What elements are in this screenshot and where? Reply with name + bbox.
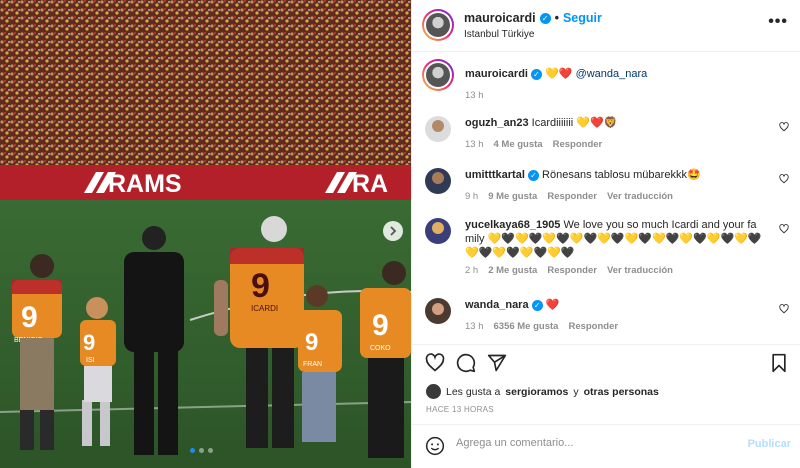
post-date[interactable]: HACE 13 HORAS: [426, 405, 494, 414]
like-comment-heart-icon[interactable]: [779, 304, 789, 314]
svg-text:9: 9: [305, 329, 318, 356]
svg-text:FRAN: FRAN: [303, 361, 322, 368]
commenter-avatar[interactable]: [425, 298, 451, 324]
save-bookmark-icon[interactable]: [770, 353, 788, 373]
comment-username[interactable]: umitttkartal: [465, 169, 525, 181]
carousel-dot[interactable]: [208, 448, 213, 453]
likes-summary: Les gusta a sergioramos y otras personas: [426, 384, 659, 399]
see-translation-button[interactable]: Ver traducción: [607, 264, 673, 278]
liker-avatar[interactable]: [426, 384, 441, 399]
post-actions-bar: [412, 344, 800, 380]
verified-badge-icon: ✓: [539, 12, 551, 24]
reply-button[interactable]: Responder: [547, 264, 597, 278]
comment-input[interactable]: [456, 437, 716, 449]
see-translation-button[interactable]: Ver traducción: [607, 190, 673, 204]
caption-avatar[interactable]: [422, 59, 454, 91]
comment-likes[interactable]: 9 Me gusta: [488, 190, 537, 204]
stadium-scene: RAMS RA 9 BENICIO 9: [0, 0, 411, 468]
verified-badge-icon: ✓: [527, 170, 539, 181]
like-comment-heart-icon[interactable]: [779, 224, 789, 234]
svg-text:9: 9: [83, 330, 95, 355]
caption: mauroicardi ✓ 💛❤️ @wanda_nara 13 h: [422, 59, 791, 103]
svg-text:COKO: COKO: [370, 345, 391, 352]
comment-likes[interactable]: 2 Me gusta: [488, 264, 537, 278]
carousel-dot[interactable]: [199, 448, 204, 453]
author-avatar[interactable]: [422, 9, 454, 41]
more-options-icon[interactable]: •••: [768, 13, 788, 31]
comment-text: Icardiiiiiii 💛❤️🦁: [531, 117, 618, 129]
comment-time[interactable]: 13 h: [465, 320, 484, 334]
comment-likes[interactable]: 4 Me gusta: [494, 138, 543, 152]
comment-item: oguzh_an23 Icardiiiiiii 💛❤️🦁 13 h 4 Me g…: [425, 116, 791, 152]
comment-username[interactable]: oguzh_an23: [465, 117, 529, 129]
likes-prefix: Les gusta a: [446, 385, 501, 398]
like-comment-heart-icon[interactable]: [779, 174, 789, 184]
post-side-panel: mauroicardi ✓ • Seguir Istanbul Türkiye …: [411, 0, 800, 468]
comment-item: umitttkartal ✓ Rönesans tablosu mübarekk…: [425, 168, 791, 204]
verified-badge-icon: ✓: [531, 300, 543, 311]
svg-text:ISI: ISI: [86, 357, 95, 364]
reply-button[interactable]: Responder: [568, 320, 618, 334]
svg-text:9: 9: [372, 309, 389, 342]
comment-icon[interactable]: [456, 353, 476, 373]
comment-likes[interactable]: 6356 Me gusta: [494, 320, 559, 334]
like-comment-heart-icon[interactable]: [779, 122, 789, 132]
banner-text-2: RA: [352, 170, 388, 198]
publish-button[interactable]: Publicar: [748, 438, 791, 450]
post-photo[interactable]: RAMS RA 9 BENICIO 9: [0, 0, 411, 468]
commenter-avatar[interactable]: [425, 168, 451, 194]
reply-button[interactable]: Responder: [547, 190, 597, 204]
commenter-avatar[interactable]: [425, 116, 451, 142]
comment-time[interactable]: 13 h: [465, 138, 484, 152]
verified-badge-icon: ✓: [531, 69, 543, 80]
likes-middle: y: [573, 385, 579, 398]
comment-composer: Publicar: [412, 424, 800, 468]
author-username[interactable]: mauroicardi: [464, 11, 536, 25]
comment-text: ❤️: [545, 299, 560, 311]
comment-item: wanda_nara ✓ ❤️ 13 h 6356 Me gusta Respo…: [425, 298, 791, 334]
comment-time[interactable]: 2 h: [465, 264, 478, 278]
carousel-dot[interactable]: [190, 448, 195, 453]
instagram-post: RAMS RA 9 BENICIO 9: [0, 0, 800, 468]
comment-text: Rönesans tablosu mübarekkk🤩: [542, 169, 701, 181]
share-icon[interactable]: [487, 353, 507, 373]
chevron-right-icon: [390, 226, 397, 236]
other-likers-link[interactable]: otras personas: [584, 386, 659, 398]
comment-username[interactable]: wanda_nara: [465, 299, 529, 311]
caption-time[interactable]: 13 h: [465, 89, 484, 103]
comments-list[interactable]: mauroicardi ✓ 💛❤️ @wanda_nara 13 h oguzh…: [412, 52, 800, 344]
smiley-icon[interactable]: [425, 436, 445, 456]
post-location[interactable]: Istanbul Türkiye: [464, 29, 534, 40]
svg-text:9: 9: [21, 301, 38, 334]
comment-time[interactable]: 9 h: [465, 190, 478, 204]
carousel-dots: [190, 448, 213, 453]
commenter-avatar[interactable]: [425, 218, 451, 244]
caption-emojis: 💛❤️: [545, 68, 573, 80]
post-header: mauroicardi ✓ • Seguir Istanbul Türkiye …: [412, 0, 800, 52]
svg-text:9: 9: [251, 267, 270, 305]
liker-username[interactable]: sergioramos: [505, 386, 568, 398]
comment-item: yucelkaya68_1905 We love you so much Ica…: [425, 218, 791, 278]
reply-button[interactable]: Responder: [553, 138, 603, 152]
svg-text:ICARDI: ICARDI: [251, 304, 278, 313]
caption-mention[interactable]: @wanda_nara: [576, 68, 648, 80]
caption-username[interactable]: mauroicardi: [465, 68, 528, 80]
comment-username[interactable]: yucelkaya68_1905: [465, 219, 560, 231]
follow-button[interactable]: Seguir: [563, 11, 602, 25]
like-heart-icon[interactable]: [425, 353, 445, 373]
banner-text-1: RAMS: [108, 170, 182, 198]
carousel-next-button[interactable]: [383, 221, 403, 241]
